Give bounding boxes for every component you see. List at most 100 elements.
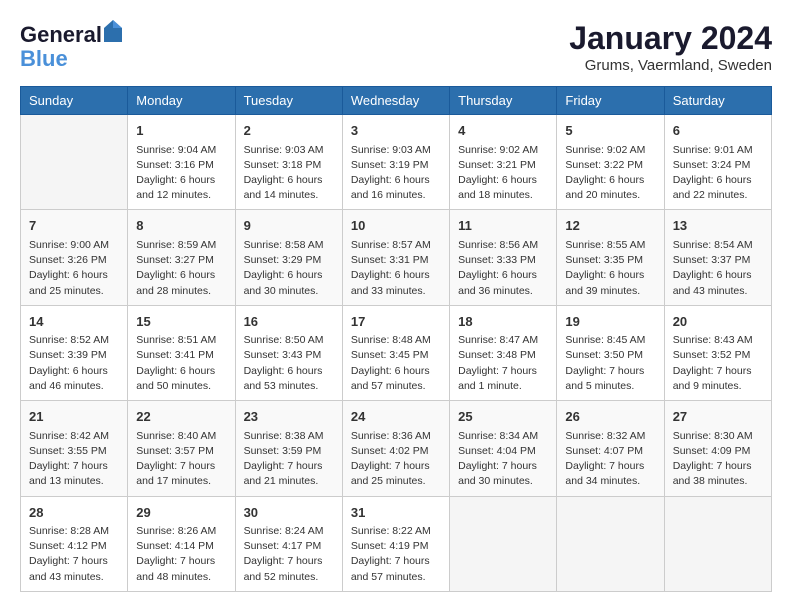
calendar-cell: 25Sunrise: 8:34 AMSunset: 4:04 PMDayligh…: [450, 401, 557, 496]
calendar-cell: 16Sunrise: 8:50 AMSunset: 3:43 PMDayligh…: [235, 305, 342, 400]
calendar-week-row: 1Sunrise: 9:04 AMSunset: 3:16 PMDaylight…: [21, 115, 772, 210]
weekday-header-saturday: Saturday: [664, 87, 771, 115]
day-number: 4: [458, 121, 548, 141]
calendar-cell: 17Sunrise: 8:48 AMSunset: 3:45 PMDayligh…: [342, 305, 449, 400]
calendar-cell: 24Sunrise: 8:36 AMSunset: 4:02 PMDayligh…: [342, 401, 449, 496]
day-number: 7: [29, 216, 119, 236]
calendar-cell: [557, 496, 664, 591]
calendar-cell: 20Sunrise: 8:43 AMSunset: 3:52 PMDayligh…: [664, 305, 771, 400]
weekday-header-thursday: Thursday: [450, 87, 557, 115]
day-info: Sunrise: 8:28 AMSunset: 4:12 PMDaylight:…: [29, 524, 119, 585]
location: Grums, Vaermland, Sweden: [569, 57, 772, 74]
calendar-week-row: 7Sunrise: 9:00 AMSunset: 3:26 PMDaylight…: [21, 210, 772, 305]
day-number: 8: [136, 216, 226, 236]
day-info: Sunrise: 8:26 AMSunset: 4:14 PMDaylight:…: [136, 524, 226, 585]
day-number: 1: [136, 121, 226, 141]
calendar-cell: 19Sunrise: 8:45 AMSunset: 3:50 PMDayligh…: [557, 305, 664, 400]
day-number: 5: [565, 121, 655, 141]
day-number: 18: [458, 312, 548, 332]
calendar-week-row: 14Sunrise: 8:52 AMSunset: 3:39 PMDayligh…: [21, 305, 772, 400]
day-info: Sunrise: 8:56 AMSunset: 3:33 PMDaylight:…: [458, 238, 548, 299]
weekday-header-tuesday: Tuesday: [235, 87, 342, 115]
calendar-cell: 5Sunrise: 9:02 AMSunset: 3:22 PMDaylight…: [557, 115, 664, 210]
weekday-header-monday: Monday: [128, 87, 235, 115]
weekday-header-sunday: Sunday: [21, 87, 128, 115]
day-info: Sunrise: 9:03 AMSunset: 3:18 PMDaylight:…: [244, 143, 334, 204]
day-info: Sunrise: 8:57 AMSunset: 3:31 PMDaylight:…: [351, 238, 441, 299]
header: General Blue January 2024 Grums, Vaermla…: [20, 20, 772, 74]
calendar-cell: 8Sunrise: 8:59 AMSunset: 3:27 PMDaylight…: [128, 210, 235, 305]
day-info: Sunrise: 8:58 AMSunset: 3:29 PMDaylight:…: [244, 238, 334, 299]
day-info: Sunrise: 9:02 AMSunset: 3:21 PMDaylight:…: [458, 143, 548, 204]
day-info: Sunrise: 9:00 AMSunset: 3:26 PMDaylight:…: [29, 238, 119, 299]
day-info: Sunrise: 8:36 AMSunset: 4:02 PMDaylight:…: [351, 429, 441, 490]
day-number: 13: [673, 216, 763, 236]
day-info: Sunrise: 8:42 AMSunset: 3:55 PMDaylight:…: [29, 429, 119, 490]
day-number: 29: [136, 503, 226, 523]
month-year: January 2024: [569, 20, 772, 57]
calendar-cell: [21, 115, 128, 210]
title-area: January 2024 Grums, Vaermland, Sweden: [569, 20, 772, 74]
calendar-cell: 27Sunrise: 8:30 AMSunset: 4:09 PMDayligh…: [664, 401, 771, 496]
calendar-cell: 13Sunrise: 8:54 AMSunset: 3:37 PMDayligh…: [664, 210, 771, 305]
day-number: 27: [673, 407, 763, 427]
day-info: Sunrise: 9:03 AMSunset: 3:19 PMDaylight:…: [351, 143, 441, 204]
day-info: Sunrise: 8:55 AMSunset: 3:35 PMDaylight:…: [565, 238, 655, 299]
day-info: Sunrise: 8:59 AMSunset: 3:27 PMDaylight:…: [136, 238, 226, 299]
day-info: Sunrise: 8:47 AMSunset: 3:48 PMDaylight:…: [458, 333, 548, 394]
day-number: 23: [244, 407, 334, 427]
calendar-cell: 1Sunrise: 9:04 AMSunset: 3:16 PMDaylight…: [128, 115, 235, 210]
day-info: Sunrise: 8:22 AMSunset: 4:19 PMDaylight:…: [351, 524, 441, 585]
calendar-cell: 28Sunrise: 8:28 AMSunset: 4:12 PMDayligh…: [21, 496, 128, 591]
day-number: 28: [29, 503, 119, 523]
day-number: 22: [136, 407, 226, 427]
day-number: 19: [565, 312, 655, 332]
day-number: 15: [136, 312, 226, 332]
calendar-cell: 18Sunrise: 8:47 AMSunset: 3:48 PMDayligh…: [450, 305, 557, 400]
weekday-header-wednesday: Wednesday: [342, 87, 449, 115]
day-number: 9: [244, 216, 334, 236]
calendar-cell: 22Sunrise: 8:40 AMSunset: 3:57 PMDayligh…: [128, 401, 235, 496]
day-info: Sunrise: 8:32 AMSunset: 4:07 PMDaylight:…: [565, 429, 655, 490]
day-info: Sunrise: 9:02 AMSunset: 3:22 PMDaylight:…: [565, 143, 655, 204]
day-info: Sunrise: 9:01 AMSunset: 3:24 PMDaylight:…: [673, 143, 763, 204]
day-number: 6: [673, 121, 763, 141]
calendar-cell: 21Sunrise: 8:42 AMSunset: 3:55 PMDayligh…: [21, 401, 128, 496]
calendar-cell: 26Sunrise: 8:32 AMSunset: 4:07 PMDayligh…: [557, 401, 664, 496]
calendar-cell: 12Sunrise: 8:55 AMSunset: 3:35 PMDayligh…: [557, 210, 664, 305]
day-info: Sunrise: 8:52 AMSunset: 3:39 PMDaylight:…: [29, 333, 119, 394]
day-number: 10: [351, 216, 441, 236]
calendar-cell: [450, 496, 557, 591]
calendar-cell: 29Sunrise: 8:26 AMSunset: 4:14 PMDayligh…: [128, 496, 235, 591]
day-info: Sunrise: 8:50 AMSunset: 3:43 PMDaylight:…: [244, 333, 334, 394]
calendar-table: SundayMondayTuesdayWednesdayThursdayFrid…: [20, 86, 772, 592]
calendar-cell: 9Sunrise: 8:58 AMSunset: 3:29 PMDaylight…: [235, 210, 342, 305]
day-number: 21: [29, 407, 119, 427]
day-number: 31: [351, 503, 441, 523]
calendar-cell: 23Sunrise: 8:38 AMSunset: 3:59 PMDayligh…: [235, 401, 342, 496]
day-info: Sunrise: 8:48 AMSunset: 3:45 PMDaylight:…: [351, 333, 441, 394]
day-number: 26: [565, 407, 655, 427]
weekday-header-friday: Friday: [557, 87, 664, 115]
calendar-cell: 4Sunrise: 9:02 AMSunset: 3:21 PMDaylight…: [450, 115, 557, 210]
day-number: 16: [244, 312, 334, 332]
calendar-header: SundayMondayTuesdayWednesdayThursdayFrid…: [21, 87, 772, 115]
day-info: Sunrise: 8:40 AMSunset: 3:57 PMDaylight:…: [136, 429, 226, 490]
day-info: Sunrise: 8:43 AMSunset: 3:52 PMDaylight:…: [673, 333, 763, 394]
day-info: Sunrise: 8:34 AMSunset: 4:04 PMDaylight:…: [458, 429, 548, 490]
day-info: Sunrise: 8:38 AMSunset: 3:59 PMDaylight:…: [244, 429, 334, 490]
day-info: Sunrise: 8:30 AMSunset: 4:09 PMDaylight:…: [673, 429, 763, 490]
day-info: Sunrise: 9:04 AMSunset: 3:16 PMDaylight:…: [136, 143, 226, 204]
calendar-cell: 2Sunrise: 9:03 AMSunset: 3:18 PMDaylight…: [235, 115, 342, 210]
day-number: 2: [244, 121, 334, 141]
logo: General Blue: [20, 20, 124, 71]
calendar-cell: 15Sunrise: 8:51 AMSunset: 3:41 PMDayligh…: [128, 305, 235, 400]
day-info: Sunrise: 8:51 AMSunset: 3:41 PMDaylight:…: [136, 333, 226, 394]
day-info: Sunrise: 8:24 AMSunset: 4:17 PMDaylight:…: [244, 524, 334, 585]
day-number: 25: [458, 407, 548, 427]
logo-text: General: [20, 20, 124, 47]
day-number: 11: [458, 216, 548, 236]
calendar-week-row: 21Sunrise: 8:42 AMSunset: 3:55 PMDayligh…: [21, 401, 772, 496]
calendar-cell: 7Sunrise: 9:00 AMSunset: 3:26 PMDaylight…: [21, 210, 128, 305]
calendar-cell: 30Sunrise: 8:24 AMSunset: 4:17 PMDayligh…: [235, 496, 342, 591]
